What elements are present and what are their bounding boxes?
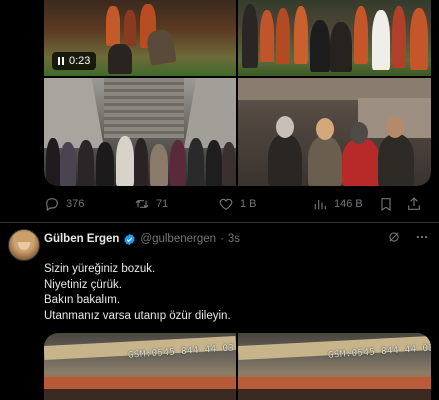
repost-icon [135,199,149,209]
tweet-line: Sizin yüreğiniz bozuk. [44,263,156,275]
dancer-figure [124,10,136,46]
tweet-text: Sizin yüreğiniz bozuk. Niyetiniz çürük. … [44,262,424,324]
dancer-figure [145,28,177,66]
views-count: 146 B [334,198,363,210]
like-button[interactable]: 1 B [218,196,257,212]
dancer-figure [108,44,132,74]
share-button[interactable] [406,196,422,212]
reply-icon [46,198,58,212]
avatar[interactable] [8,229,40,261]
video-thumbnail[interactable]: 0:23 [44,0,236,76]
repost-count: 71 [156,198,169,210]
reply-button[interactable]: 376 [44,196,84,212]
author-handle[interactable]: @gulbenergen [140,233,216,245]
tweet-time[interactable]: 3s [228,233,240,245]
tweet-image-right[interactable]: GSM:0545 844 44 03 [238,333,431,400]
heart-icon [219,198,233,211]
meta-separator: · [220,233,224,245]
group-photo-stairs[interactable] [44,78,236,186]
like-count: 1 B [240,198,257,210]
tweet-actions: 376 71 1 B 146 B [44,194,434,214]
group-photo-outdoor[interactable] [238,0,431,76]
tweet-author-row: Gülben Ergen @gulbenergen · 3s [44,231,240,247]
tweet-line: Bakın bakalım. [44,294,121,306]
tweet-image-left[interactable]: GSM:0545 844 44 03 [44,333,236,400]
verified-badge-icon [124,233,136,245]
reply-count: 376 [66,198,85,210]
tweet-divider [0,222,439,223]
tweet-top-actions [387,230,429,244]
views-chart-icon [314,200,326,210]
author-name[interactable]: Gülben Ergen [44,233,119,245]
share-icon [408,197,420,210]
tweet-line: Utanmanız varsa utanıp özür dileyin. [44,309,231,322]
more-icon[interactable] [415,230,429,244]
video-duration: 0:23 [69,55,91,67]
views-button[interactable]: 146 B [312,196,363,212]
dancer-figure [106,6,120,46]
bookmark-button[interactable] [378,196,394,212]
video-duration-badge[interactable]: 0:23 [52,52,97,70]
group-photo-indoor[interactable] [238,78,431,186]
repost-button[interactable]: 71 [134,196,168,212]
pause-icon[interactable] [58,57,64,65]
bookmark-icon [381,198,391,212]
tweet-line: Niyetiniz çürük. [44,278,122,291]
grok-icon[interactable] [387,230,401,244]
